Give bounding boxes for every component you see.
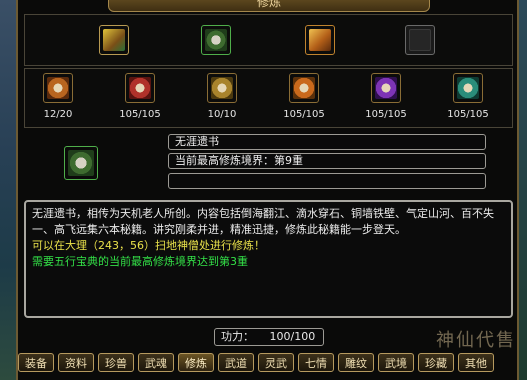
skill-slot-2[interactable] <box>125 73 155 103</box>
scroll-gold-icon <box>211 77 233 99</box>
selected-book-level: 当前最高修炼境界：第9重 <box>168 153 486 169</box>
tab-martial-realm[interactable]: 武境 <box>378 353 414 372</box>
tab-soul[interactable]: 武魂 <box>138 353 174 372</box>
top-book-panel <box>24 14 513 66</box>
scroll-green-icon <box>205 29 227 51</box>
tab-martial-way[interactable]: 武道 <box>218 353 254 372</box>
selected-book-extra <box>168 173 486 189</box>
skill-slot-6[interactable] <box>453 73 483 103</box>
book-slot-4[interactable] <box>405 25 435 55</box>
selected-book-name: 无涯遗书 <box>168 134 486 150</box>
book-description: 无涯遗书，相传为天机老人所创。内容包括倒海翻江、滴水穿石、铜墙铁壁、气定山河、百… <box>24 200 513 318</box>
book-gold-icon <box>309 29 331 51</box>
scroll-green-icon <box>68 150 94 176</box>
requirement-text: 需要五行宝典的当前最高修炼境界达到第3重 <box>32 255 248 268</box>
skill-book-panel: 12/20 105/105 10/10 105/105 105/105 105/… <box>24 68 513 128</box>
tab-engraving[interactable]: 雕纹 <box>338 353 374 372</box>
skill-value-5: 105/105 <box>365 109 407 120</box>
game-world-left <box>0 0 16 380</box>
tab-emotions[interactable]: 七情 <box>298 353 334 372</box>
skill-value-2: 105/105 <box>119 109 161 120</box>
watermark-logo: 神仙代售 <box>436 330 516 351</box>
tab-equipment[interactable]: 装备 <box>18 353 54 372</box>
skill-value-3: 10/10 <box>207 109 237 120</box>
book-slot-3[interactable] <box>305 25 335 55</box>
game-screen: 修炼 12/20 105/105 10/10 105/105 105/105 1… <box>0 0 527 380</box>
selected-book-slot[interactable] <box>64 146 98 180</box>
scroll-red-icon <box>129 77 151 99</box>
scroll-purple-icon <box>375 77 397 99</box>
scroll-orange-icon <box>47 77 69 99</box>
tab-profile[interactable]: 资料 <box>58 353 94 372</box>
skill-slot-1[interactable] <box>43 73 73 103</box>
power-value: 100/100 <box>269 330 316 343</box>
book-slot-2[interactable] <box>201 25 231 55</box>
skill-value-1: 12/20 <box>43 109 73 120</box>
window-title: 修炼 <box>108 0 430 12</box>
skill-slot-3[interactable] <box>207 73 237 103</box>
training-location-text: 可以在大理（243，56）扫地神僧处进行修炼！ <box>32 239 265 252</box>
book-yellow-icon <box>103 29 125 51</box>
tab-spirit-weapon[interactable]: 灵武 <box>258 353 294 372</box>
skill-value-4: 105/105 <box>283 109 325 120</box>
skill-value-6: 105/105 <box>447 109 489 120</box>
tab-cultivation[interactable]: 修炼 <box>178 353 214 372</box>
book-slot-1[interactable] <box>99 25 129 55</box>
tab-pets[interactable]: 珍兽 <box>98 353 134 372</box>
skill-slot-5[interactable] <box>371 73 401 103</box>
power-display: 功力： 100/100 <box>214 328 324 346</box>
description-text: 无涯遗书，相传为天机老人所创。内容包括倒海翻江、滴水穿石、铜墙铁壁、气定山河、百… <box>32 207 494 236</box>
skill-slot-4[interactable] <box>289 73 319 103</box>
cultivation-window: 修炼 12/20 105/105 10/10 105/105 105/105 1… <box>16 0 519 380</box>
empty-slot-icon <box>409 29 431 51</box>
game-world-right <box>519 0 527 380</box>
scroll-teal-icon <box>457 77 479 99</box>
power-label: 功力： <box>221 330 254 343</box>
scroll-amber-icon <box>293 77 315 99</box>
